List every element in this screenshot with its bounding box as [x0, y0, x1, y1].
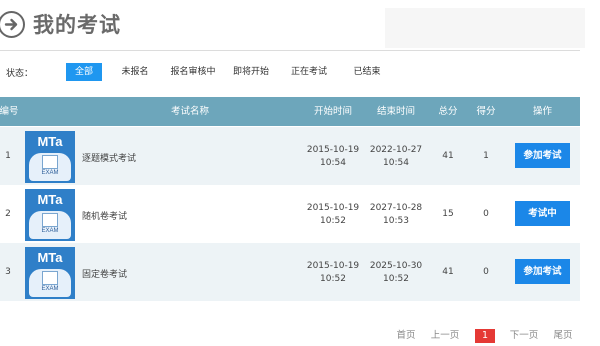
end-time: 2025-10-30 10:52 [366, 260, 426, 286]
status-filter-bar: 状态： 全部 未报名 报名审核中 即将开始 正在考试 已结束 [0, 63, 580, 81]
arrow-right-circle-icon[interactable] [0, 11, 25, 38]
end-time: 2027-10-28 10:53 [366, 202, 426, 228]
obtained-score: 0 [483, 209, 489, 219]
document-icon [42, 155, 58, 169]
in-exam-button[interactable]: 考试中 [515, 201, 570, 226]
start-clock: 10:52 [320, 274, 346, 284]
thumbnail-title: MTa [37, 134, 63, 149]
row-number: 2 [5, 209, 11, 219]
pager-current-page[interactable]: 1 [475, 329, 495, 343]
thumbnail-caption: EXAM [41, 170, 59, 176]
total-score: 41 [442, 267, 454, 277]
thumbnail-caption: EXAM [41, 286, 59, 292]
column-number: 编号 [0, 106, 19, 117]
thumbnail-title: MTa [37, 250, 63, 265]
start-clock: 10:52 [320, 216, 346, 226]
exam-name[interactable]: 随机卷考试 [82, 209, 127, 222]
start-clock: 10:54 [320, 158, 346, 168]
start-time: 2015-10-19 10:52 [303, 260, 363, 286]
join-exam-button[interactable]: 参加考试 [515, 143, 570, 168]
start-date: 2015-10-19 [306, 261, 360, 271]
column-start-time: 开始时间 [313, 106, 352, 117]
page-title: 我的考试 [33, 13, 121, 37]
table-row: 1 MTa EXAM 逐题模式考试 2015-10-19 10:54 2022-… [0, 127, 580, 185]
pager-last[interactable]: 尾页 [550, 329, 576, 343]
pager-next[interactable]: 下一页 [507, 329, 541, 343]
page-header: 我的考试 [0, 0, 600, 52]
status-filter-label: 状态： [6, 69, 34, 79]
end-clock: 10:52 [383, 274, 409, 284]
exam-thumbnail[interactable]: MTa EXAM [25, 189, 75, 241]
total-score: 15 [442, 209, 454, 219]
column-exam-name: 考试名称 [170, 106, 209, 117]
filter-upcoming[interactable]: 即将开始 [231, 63, 271, 81]
header-divider [0, 50, 580, 51]
column-total: 总分 [438, 106, 458, 117]
row-number: 1 [5, 151, 11, 161]
filter-in-progress[interactable]: 正在考试 [287, 63, 331, 81]
thumbnail-caption: EXAM [41, 228, 59, 234]
header-background [385, 8, 585, 48]
end-clock: 10:53 [383, 216, 409, 226]
start-date: 2015-10-19 [306, 203, 360, 213]
filter-registration-review[interactable]: 报名审核中 [167, 63, 219, 81]
column-action: 操作 [532, 106, 552, 117]
end-date: 2025-10-30 [369, 261, 423, 271]
table-header: 编号 考试名称 开始时间 结束时间 总分 得分 操作 [0, 97, 580, 126]
table-row: 2 MTa EXAM 随机卷考试 2015-10-19 10:52 2027-1… [0, 185, 580, 243]
document-icon [42, 213, 58, 227]
end-time: 2022-10-27 10:54 [366, 144, 426, 170]
exam-name[interactable]: 逐题模式考试 [82, 151, 136, 164]
filter-not-registered[interactable]: 未报名 [117, 63, 153, 81]
thumbnail-title: MTa [37, 192, 63, 207]
pager-prev[interactable]: 上一页 [428, 329, 462, 343]
filter-all[interactable]: 全部 [66, 63, 102, 81]
table-row: 3 MTa EXAM 固定卷考试 2015-10-19 10:52 2025-1… [0, 243, 580, 301]
document-icon [42, 271, 58, 285]
total-score: 41 [442, 151, 454, 161]
pager-first[interactable]: 首页 [393, 329, 419, 343]
end-date: 2027-10-28 [369, 203, 423, 213]
end-clock: 10:54 [383, 158, 409, 168]
start-date: 2015-10-19 [306, 145, 360, 155]
end-date: 2022-10-27 [369, 145, 423, 155]
exam-name[interactable]: 固定卷考试 [82, 267, 127, 280]
column-score: 得分 [476, 106, 496, 117]
exam-thumbnail[interactable]: MTa EXAM [25, 247, 75, 299]
filter-finished[interactable]: 已结束 [349, 63, 385, 81]
obtained-score: 1 [483, 151, 489, 161]
join-exam-button[interactable]: 参加考试 [515, 259, 570, 284]
column-end-time: 结束时间 [376, 106, 415, 117]
start-time: 2015-10-19 10:54 [303, 144, 363, 170]
exam-thumbnail[interactable]: MTa EXAM [25, 131, 75, 183]
obtained-score: 0 [483, 267, 489, 277]
pagination: 首页 上一页 1 下一页 尾页 [0, 329, 600, 343]
start-time: 2015-10-19 10:52 [303, 202, 363, 228]
row-number: 3 [5, 267, 11, 277]
